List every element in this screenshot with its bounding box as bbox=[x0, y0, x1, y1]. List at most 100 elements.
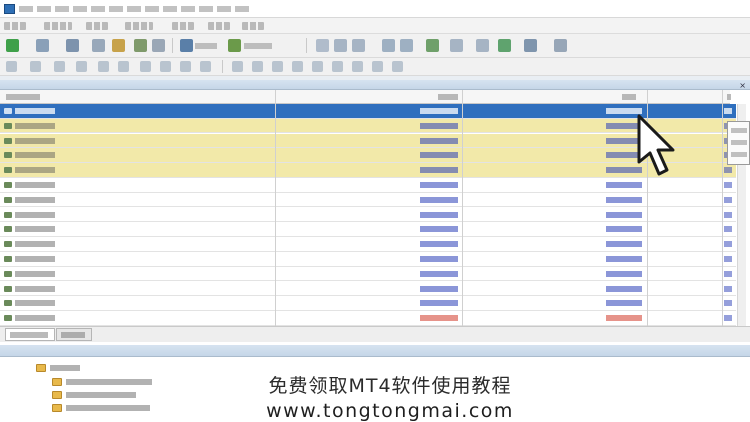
spread-cell bbox=[724, 211, 732, 218]
table-row[interactable] bbox=[0, 104, 736, 119]
symbol-cell bbox=[15, 211, 55, 218]
symbol-icon bbox=[4, 315, 12, 322]
new-chart-icon[interactable] bbox=[6, 39, 19, 52]
column-ask[interactable] bbox=[622, 94, 636, 100]
market-watch-icon[interactable] bbox=[66, 39, 79, 52]
ask-cell bbox=[606, 226, 642, 233]
period-m1-button[interactable] bbox=[232, 61, 243, 72]
promo-caption-line1: 免费领取MT4软件使用教程 bbox=[268, 375, 512, 397]
market-watch-list bbox=[0, 104, 736, 326]
table-row[interactable] bbox=[0, 148, 736, 163]
tester-icon[interactable] bbox=[152, 39, 165, 52]
tree-item[interactable] bbox=[52, 390, 162, 400]
candles-icon[interactable] bbox=[334, 39, 347, 52]
table-row[interactable] bbox=[0, 222, 736, 237]
bid-cell bbox=[420, 285, 458, 292]
line-chart-icon[interactable] bbox=[352, 39, 365, 52]
new-order-label[interactable] bbox=[195, 43, 217, 49]
tree-item[interactable] bbox=[52, 377, 162, 387]
fibonacci-icon[interactable] bbox=[140, 61, 151, 72]
symbol-icon bbox=[4, 167, 12, 174]
table-row[interactable] bbox=[0, 133, 736, 149]
symbol-icon bbox=[4, 108, 12, 114]
symbol-cell bbox=[15, 315, 55, 322]
arrows-icon[interactable] bbox=[200, 61, 211, 72]
line-studies-toolbar bbox=[0, 58, 750, 76]
terminal-icon[interactable] bbox=[134, 39, 147, 52]
bar-chart-icon[interactable] bbox=[316, 39, 329, 52]
tab-symbols[interactable] bbox=[5, 328, 55, 341]
crosshair-icon[interactable] bbox=[30, 61, 41, 72]
table-row[interactable] bbox=[0, 267, 736, 282]
period-h1-button[interactable] bbox=[312, 61, 323, 72]
table-row[interactable] bbox=[0, 208, 736, 223]
horizontal-line-icon[interactable] bbox=[76, 61, 87, 72]
autotrading-label[interactable] bbox=[244, 43, 272, 49]
data-window-icon[interactable] bbox=[92, 39, 105, 52]
table-row[interactable] bbox=[0, 163, 736, 178]
trendline-icon[interactable] bbox=[98, 61, 109, 72]
period-w1-button[interactable] bbox=[372, 61, 383, 72]
table-row[interactable] bbox=[0, 237, 736, 252]
menu-item-insert[interactable] bbox=[86, 22, 108, 30]
column-bid[interactable] bbox=[438, 94, 458, 100]
table-row[interactable] bbox=[0, 178, 736, 193]
context-menu-item[interactable] bbox=[731, 152, 747, 157]
cursor-tool-icon[interactable] bbox=[6, 61, 17, 72]
period-m15-button[interactable] bbox=[272, 61, 283, 72]
menu-item-file[interactable] bbox=[4, 22, 26, 30]
text-tool-icon[interactable] bbox=[160, 61, 171, 72]
period-m5-button[interactable] bbox=[252, 61, 263, 72]
symbol-cell bbox=[15, 152, 55, 159]
chart-shift-icon[interactable] bbox=[476, 39, 489, 52]
table-row[interactable] bbox=[0, 311, 736, 326]
navigator-icon[interactable] bbox=[112, 39, 125, 52]
column-spread[interactable] bbox=[727, 94, 731, 100]
period-mn-button[interactable] bbox=[392, 61, 403, 72]
period-h4-button[interactable] bbox=[332, 61, 343, 72]
symbol-cell bbox=[15, 122, 55, 129]
tile-windows-icon[interactable] bbox=[426, 39, 439, 52]
symbol-cell bbox=[15, 137, 55, 144]
zoom-out-icon[interactable] bbox=[400, 39, 413, 52]
tree-item[interactable] bbox=[36, 363, 156, 373]
table-row[interactable] bbox=[0, 282, 736, 297]
symbol-icon bbox=[4, 270, 12, 277]
channel-icon[interactable] bbox=[118, 61, 129, 72]
ask-cell bbox=[606, 241, 642, 248]
window-title bbox=[19, 6, 249, 12]
table-row[interactable] bbox=[0, 193, 736, 208]
window-controls bbox=[660, 0, 750, 18]
indicators-icon[interactable] bbox=[498, 39, 511, 52]
menu-item-window[interactable] bbox=[208, 22, 230, 30]
spread-cell bbox=[724, 315, 732, 322]
symbol-cell bbox=[15, 226, 55, 233]
menu-item-charts[interactable] bbox=[125, 22, 153, 30]
vertical-line-icon[interactable] bbox=[54, 61, 65, 72]
label-tool-icon[interactable] bbox=[180, 61, 191, 72]
period-d1-button[interactable] bbox=[352, 61, 363, 72]
templates-icon[interactable] bbox=[554, 39, 567, 52]
context-menu-item[interactable] bbox=[731, 128, 747, 133]
ask-cell bbox=[606, 196, 642, 203]
close-icon[interactable]: × bbox=[739, 81, 746, 90]
menu-item-help[interactable] bbox=[242, 22, 264, 30]
bid-cell bbox=[420, 241, 458, 248]
table-row[interactable] bbox=[0, 296, 736, 311]
menu-item-tools[interactable] bbox=[172, 22, 194, 30]
new-order-icon[interactable] bbox=[180, 39, 193, 52]
tree-item[interactable] bbox=[52, 403, 162, 413]
context-menu-item[interactable] bbox=[731, 140, 747, 145]
menu-item-view[interactable] bbox=[44, 22, 72, 30]
profiles-icon[interactable] bbox=[36, 39, 49, 52]
table-row[interactable] bbox=[0, 118, 736, 134]
autotrading-icon[interactable] bbox=[228, 39, 241, 52]
periods-icon[interactable] bbox=[524, 39, 537, 52]
autoscroll-icon[interactable] bbox=[450, 39, 463, 52]
table-row[interactable] bbox=[0, 252, 736, 267]
tab-tick-chart[interactable] bbox=[56, 328, 92, 341]
spread-cell bbox=[724, 285, 732, 292]
zoom-in-icon[interactable] bbox=[382, 39, 395, 52]
column-symbol[interactable] bbox=[6, 94, 40, 100]
period-m30-button[interactable] bbox=[292, 61, 303, 72]
